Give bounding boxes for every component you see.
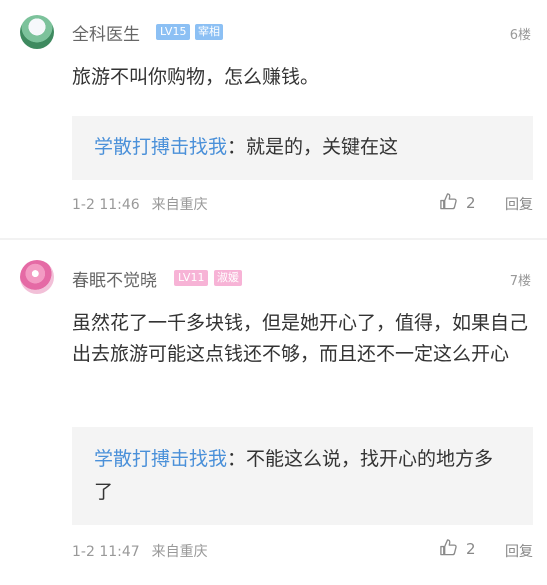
reply-author[interactable]: 学散打搏击找我 [94, 448, 227, 470]
username[interactable]: 春眠不觉晓 [72, 266, 157, 291]
level-badge: LV11 [174, 270, 209, 286]
reply-separator: ： [227, 136, 247, 158]
reply-button[interactable]: 回复 [505, 541, 533, 561]
location: 来自重庆 [151, 197, 208, 213]
location: 来自重庆 [151, 544, 208, 560]
floor-number: 7楼 [509, 274, 531, 289]
thumbs-up-icon [439, 538, 458, 561]
reply-button[interactable]: 回复 [505, 194, 533, 214]
timestamp: 1-2 11:47 [72, 544, 140, 560]
reply-author[interactable]: 学散打搏击找我 [94, 136, 227, 158]
like-count: 2 [466, 194, 476, 212]
title-badge: 淑媛 [214, 270, 242, 286]
comment-item: 全科医生 LV15 宰相 6楼 旅游不叫你购物，怎么赚钱。 学散打搏击找我：就是… [0, 0, 547, 238]
reply-box: 学散打搏击找我：就是的，关键在这 [72, 116, 533, 180]
timestamp: 1-2 11:46 [72, 197, 140, 213]
thumbs-up-icon [439, 192, 458, 215]
comment-item: 春眠不觉晓 LV11 淑媛 7楼 虽然花了一千多块钱，但是她开心了，值得，如果自… [0, 240, 547, 585]
avatar[interactable] [20, 260, 54, 294]
reply-box: 学散打搏击找我：不能这么说，找开心的地方多了 [72, 427, 533, 525]
comment-text: 虽然花了一千多块钱，但是她开心了，值得，如果自己出去旅游可能这点钱还不够，而且还… [72, 312, 529, 365]
reply-text: 就是的，关键在这 [246, 136, 399, 158]
comment-meta: 1-2 11:47 来自重庆 [72, 541, 208, 561]
avatar[interactable] [20, 15, 54, 49]
like-button[interactable]: 2 [439, 192, 476, 214]
title-badge: 宰相 [195, 24, 223, 40]
username[interactable]: 全科医生 [72, 20, 140, 45]
like-button[interactable]: 2 [439, 538, 476, 560]
comment-text: 旅游不叫你购物，怎么赚钱。 [72, 66, 320, 88]
comment-meta: 1-2 11:46 来自重庆 [72, 194, 208, 214]
level-badge: LV15 [156, 24, 191, 40]
reply-separator: ： [227, 448, 247, 470]
like-count: 2 [466, 540, 476, 558]
floor-number: 6楼 [509, 28, 531, 43]
